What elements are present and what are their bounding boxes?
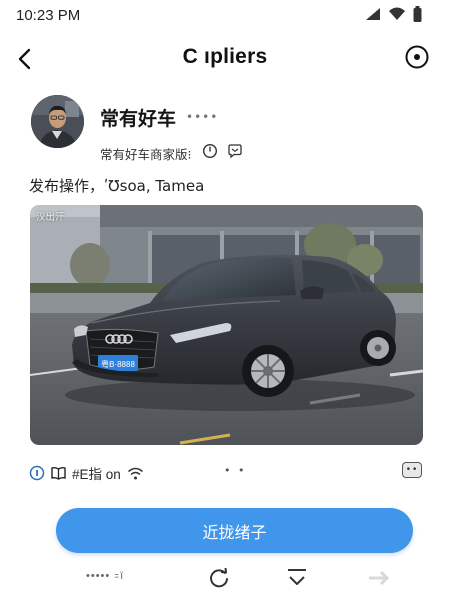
svg-text:粤B·8888: 粤B·8888 bbox=[101, 359, 135, 369]
post-text: 发布操作，ʹ℧soa, Tamea bbox=[29, 177, 205, 195]
meta-row: #E指 on bbox=[29, 463, 144, 483]
chevron-down-icon[interactable] bbox=[285, 566, 309, 590]
page-title: C ıpliers bbox=[182, 45, 268, 68]
account-subtitle: 常有好车商家版⁝ bbox=[100, 147, 192, 162]
arrow-right-icon[interactable] bbox=[367, 566, 391, 590]
meta-text: #E指 on bbox=[72, 467, 121, 482]
car-photo[interactable]: 粤B·8888 汉出汗 bbox=[30, 205, 423, 445]
status-icons bbox=[365, 6, 422, 22]
bottom-left-text[interactable]: ••••• ꞊ï bbox=[86, 570, 124, 582]
more-options-button[interactable]: •• bbox=[402, 462, 422, 478]
status-bar: 10:23 PM bbox=[0, 0, 450, 34]
target-icon[interactable] bbox=[402, 42, 432, 72]
clock-icon[interactable] bbox=[202, 143, 218, 159]
avatar[interactable] bbox=[31, 95, 84, 148]
bottom-bar: ••••• ꞊ï bbox=[0, 560, 450, 600]
battery-icon bbox=[413, 6, 422, 22]
signal-icon bbox=[366, 8, 380, 20]
primary-action-button[interactable]: 近拢绪子 bbox=[56, 508, 413, 553]
chat-bubble-icon[interactable] bbox=[227, 143, 243, 159]
book-icon[interactable] bbox=[51, 466, 66, 480]
app-header: C ıpliers bbox=[0, 36, 450, 82]
account-name[interactable]: 常有好车 bbox=[100, 104, 176, 131]
status-time: 10:23 PM bbox=[16, 7, 81, 24]
wifi-icon bbox=[389, 7, 405, 20]
info-icon[interactable] bbox=[29, 465, 45, 481]
page-indicator-dots: • • bbox=[224, 464, 247, 477]
wifi-icon bbox=[127, 467, 143, 479]
refresh-icon[interactable] bbox=[207, 566, 231, 590]
name-more-dots[interactable]: •••• bbox=[186, 110, 218, 124]
photo-caption: 汉出汗 bbox=[36, 212, 65, 223]
